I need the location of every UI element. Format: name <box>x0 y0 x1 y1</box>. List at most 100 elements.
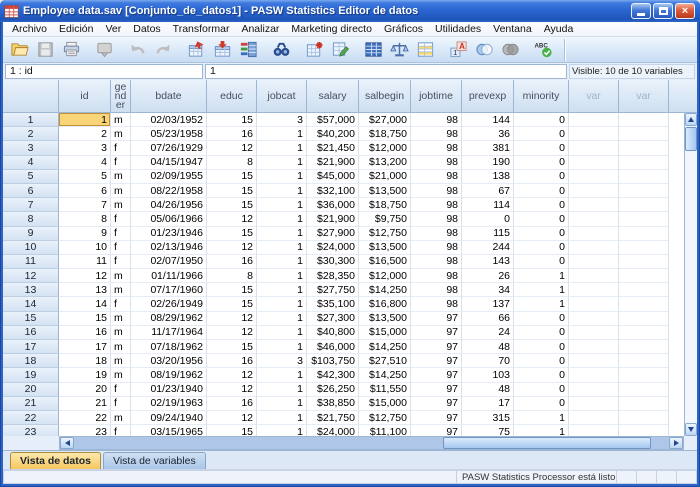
cell-6-educ[interactable]: 15 <box>207 184 257 198</box>
cell-3-bdate[interactable]: 07/26/1929 <box>131 141 207 155</box>
cell-16-gender[interactable]: m <box>111 326 131 340</box>
cell-8-var-10[interactable] <box>569 212 619 226</box>
cell-22-var-10[interactable] <box>569 411 619 425</box>
cell-14-salbegin[interactable]: $16,800 <box>359 297 411 311</box>
cell-10-var-11[interactable] <box>619 241 669 255</box>
cell-21-jobcat[interactable]: 1 <box>257 397 307 411</box>
cell-17-jobcat[interactable]: 1 <box>257 340 307 354</box>
row-header-14[interactable]: 14 <box>3 297 59 311</box>
cell-8-bdate[interactable]: 05/06/1966 <box>131 212 207 226</box>
cell-19-gender[interactable]: m <box>111 368 131 382</box>
cell-7-var-11[interactable] <box>619 198 669 212</box>
cell-22-gender[interactable]: m <box>111 411 131 425</box>
cell-11-gender[interactable]: f <box>111 255 131 269</box>
cell-16-jobtime[interactable]: 97 <box>411 326 462 340</box>
cell-21-salbegin[interactable]: $15,000 <box>359 397 411 411</box>
row-header-9[interactable]: 9 <box>3 227 59 241</box>
cell-15-id[interactable]: 15 <box>59 312 111 326</box>
menu-transformar[interactable]: Transformar <box>167 23 236 35</box>
cell-5-salary[interactable]: $45,000 <box>307 170 359 184</box>
menu-marketing-directo[interactable]: Marketing directo <box>285 23 378 35</box>
cell-17-educ[interactable]: 15 <box>207 340 257 354</box>
cell-13-jobtime[interactable]: 98 <box>411 283 462 297</box>
column-header-salary[interactable]: salary <box>307 80 359 113</box>
cell-10-salbegin[interactable]: $13,500 <box>359 241 411 255</box>
cell-10-minority[interactable]: 0 <box>514 241 569 255</box>
cell-17-var-10[interactable] <box>569 340 619 354</box>
spell-check-button[interactable]: ABC <box>530 38 556 62</box>
cell-11-jobtime[interactable]: 98 <box>411 255 462 269</box>
use-variable-sets-button[interactable] <box>471 38 497 62</box>
cell-1-educ[interactable]: 15 <box>207 113 257 127</box>
cell-12-prevexp[interactable]: 26 <box>462 269 514 283</box>
cell-23-educ[interactable]: 15 <box>207 425 257 436</box>
column-header-jobcat[interactable]: jobcat <box>257 80 307 113</box>
cell-8-salbegin[interactable]: $9,750 <box>359 212 411 226</box>
cell-3-jobcat[interactable]: 1 <box>257 141 307 155</box>
cell-18-salbegin[interactable]: $27,510 <box>359 354 411 368</box>
minimize-button[interactable] <box>631 3 651 19</box>
cell-23-gender[interactable]: f <box>111 425 131 436</box>
row-header-5[interactable]: 5 <box>3 170 59 184</box>
cell-3-prevexp[interactable]: 381 <box>462 141 514 155</box>
cell-6-salary[interactable]: $32,100 <box>307 184 359 198</box>
menu-utilidades[interactable]: Utilidades <box>429 23 487 35</box>
menu-archivo[interactable]: Archivo <box>6 23 53 35</box>
find-button[interactable] <box>268 38 294 62</box>
cell-13-var-10[interactable] <box>569 283 619 297</box>
cell-19-id[interactable]: 19 <box>59 368 111 382</box>
cell-4-var-10[interactable] <box>569 156 619 170</box>
cell-23-id[interactable]: 23 <box>59 425 111 436</box>
cell-1-gender[interactable]: m <box>111 113 131 127</box>
cell-16-salary[interactable]: $40,800 <box>307 326 359 340</box>
cell-17-bdate[interactable]: 07/18/1962 <box>131 340 207 354</box>
title-bar[interactable]: Employee data.sav [Conjunto_de_datos1] -… <box>0 0 700 22</box>
cell-6-jobtime[interactable]: 98 <box>411 184 462 198</box>
cell-20-minority[interactable]: 0 <box>514 383 569 397</box>
cell-4-jobcat[interactable]: 1 <box>257 156 307 170</box>
column-header-var-10[interactable]: var <box>569 80 619 113</box>
cell-9-id[interactable]: 9 <box>59 227 111 241</box>
cell-21-minority[interactable]: 0 <box>514 397 569 411</box>
row-header-1[interactable]: 1 <box>3 113 59 127</box>
column-header-var-11[interactable]: var <box>619 80 669 113</box>
cell-12-minority[interactable]: 1 <box>514 269 569 283</box>
split-file-button[interactable] <box>360 38 386 62</box>
cell-20-bdate[interactable]: 01/23/1940 <box>131 383 207 397</box>
column-header-prevexp[interactable]: prevexp <box>462 80 514 113</box>
cell-4-prevexp[interactable]: 190 <box>462 156 514 170</box>
cell-21-jobtime[interactable]: 97 <box>411 397 462 411</box>
cell-23-jobcat[interactable]: 1 <box>257 425 307 436</box>
cell-18-jobcat[interactable]: 3 <box>257 354 307 368</box>
cell-12-educ[interactable]: 8 <box>207 269 257 283</box>
cell-17-gender[interactable]: m <box>111 340 131 354</box>
row-header-15[interactable]: 15 <box>3 312 59 326</box>
cell-1-prevexp[interactable]: 144 <box>462 113 514 127</box>
cell-7-jobcat[interactable]: 1 <box>257 198 307 212</box>
cell-2-salary[interactable]: $40,200 <box>307 127 359 141</box>
cell-11-minority[interactable]: 0 <box>514 255 569 269</box>
cell-10-var-10[interactable] <box>569 241 619 255</box>
cell-1-minority[interactable]: 0 <box>514 113 569 127</box>
cell-2-var-10[interactable] <box>569 127 619 141</box>
cell-19-jobcat[interactable]: 1 <box>257 368 307 382</box>
vertical-scrollbar[interactable] <box>684 113 697 436</box>
cell-3-var-11[interactable] <box>619 141 669 155</box>
cell-12-jobcat[interactable]: 1 <box>257 269 307 283</box>
row-header-17[interactable]: 17 <box>3 340 59 354</box>
cell-9-gender[interactable]: f <box>111 227 131 241</box>
cell-22-minority[interactable]: 1 <box>514 411 569 425</box>
cell-9-var-11[interactable] <box>619 227 669 241</box>
cell-17-salary[interactable]: $46,000 <box>307 340 359 354</box>
cell-11-educ[interactable]: 16 <box>207 255 257 269</box>
cell-5-minority[interactable]: 0 <box>514 170 569 184</box>
cell-7-salbegin[interactable]: $18,750 <box>359 198 411 212</box>
cell-20-prevexp[interactable]: 48 <box>462 383 514 397</box>
cell-21-bdate[interactable]: 02/19/1963 <box>131 397 207 411</box>
cell-2-jobcat[interactable]: 1 <box>257 127 307 141</box>
cell-8-gender[interactable]: f <box>111 212 131 226</box>
cell-8-prevexp[interactable]: 0 <box>462 212 514 226</box>
cell-20-jobcat[interactable]: 1 <box>257 383 307 397</box>
menu-ver[interactable]: Ver <box>99 23 127 35</box>
cell-3-gender[interactable]: f <box>111 141 131 155</box>
